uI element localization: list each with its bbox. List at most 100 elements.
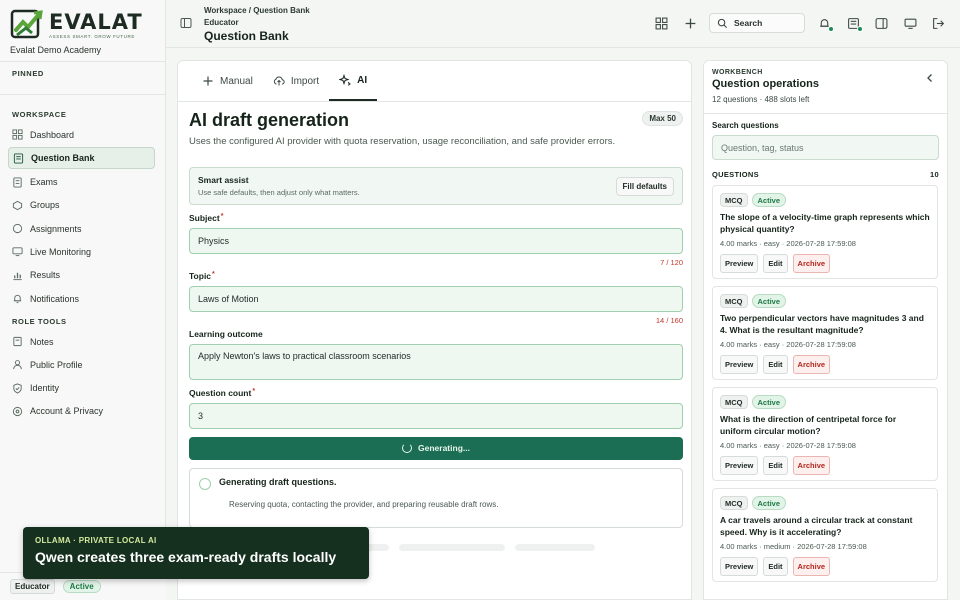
plus-icon — [202, 75, 214, 87]
tab-import[interactable]: Import — [263, 61, 329, 101]
skeleton-bar — [515, 543, 595, 551]
question-meta: 4.00 marks · medium · 2026-07-28 17:59:0… — [720, 542, 867, 551]
question-list: MCQ Active The slope of a velocity-time g… — [712, 185, 938, 589]
shield-icon — [12, 383, 23, 394]
sidebar-item-live-monitoring[interactable]: Live Monitoring — [8, 241, 155, 262]
archive-button[interactable]: Archive — [792, 456, 831, 475]
sidebar-item-account-privacy[interactable]: Account & Privacy — [8, 401, 155, 422]
max-badge: Max 50 — [642, 111, 683, 126]
tab-label: Manual — [220, 75, 253, 87]
status-badge: Active — [751, 395, 787, 409]
type-badge: MCQ — [720, 395, 748, 409]
breadcrumb[interactable]: Workspace / Question Bank — [204, 6, 310, 15]
question-card[interactable]: MCQ Active A car travels around a circula… — [712, 488, 938, 582]
pinned-heading: PINNED — [12, 69, 44, 78]
topic-field[interactable]: Laws of Motion — [189, 285, 683, 312]
workspace-heading: WORKSPACE — [12, 110, 67, 119]
sidebar-item-label: Identity — [30, 383, 60, 394]
inbox-icon[interactable] — [847, 17, 863, 32]
status-badge: Active — [751, 294, 787, 308]
assignments-icon — [12, 223, 23, 234]
generate-button[interactable]: Generating... — [189, 436, 683, 460]
sidebar-item-assignments[interactable]: Assignments — [8, 218, 155, 239]
fill-defaults-button[interactable]: Fill defaults — [615, 176, 674, 196]
status-badge: Active — [751, 496, 787, 510]
sidebar-item-question-bank[interactable]: Question Bank — [8, 147, 155, 170]
question-card[interactable]: MCQ Active Two perpendicular vectors have… — [712, 286, 938, 380]
required-mark: * — [252, 387, 256, 395]
question-count-field[interactable]: 3 — [189, 402, 683, 429]
workbench-kicker: WORKBENCH — [712, 69, 763, 76]
edit-button[interactable]: Edit — [763, 456, 788, 475]
ai-form: AI draft generation Max 50 Uses the conf… — [189, 110, 683, 551]
subject-label-text: Subject — [189, 212, 220, 223]
outcome-label: Learning outcome — [189, 328, 263, 339]
tab-ai[interactable]: AI — [329, 61, 378, 101]
logout-icon[interactable] — [932, 17, 945, 30]
dashboard-icon — [12, 129, 23, 140]
tab-label: AI — [357, 74, 368, 86]
sidebar-item-dashboard[interactable]: Dashboard — [8, 124, 155, 145]
account-icon — [12, 406, 23, 417]
smart-assist-title: Smart assist — [198, 174, 249, 185]
question-text: Two perpendicular vectors have magnitude… — [720, 313, 924, 335]
spinner-icon — [402, 443, 413, 453]
question-text: A car travels around a circular track at… — [720, 515, 913, 537]
preview-button[interactable]: Preview — [720, 557, 759, 576]
generate-button-label: Generating... — [418, 443, 470, 453]
sidebar-item-label: Exams — [30, 177, 58, 188]
logo[interactable]: EVALAT ASSESS SMART. GROW FUTURE — [10, 8, 155, 42]
divider — [0, 94, 165, 95]
sidebar-item-results[interactable]: Results — [8, 265, 155, 286]
questions-count: 10 — [930, 170, 939, 179]
sidebar-item-exams[interactable]: Exams — [8, 172, 155, 193]
upload-cloud-icon — [273, 75, 285, 87]
smart-assist-card: Smart assist Use safe defaults, then adj… — [189, 166, 683, 205]
sidebar-item-public-profile[interactable]: Public Profile — [8, 354, 155, 375]
preview-button[interactable]: Preview — [720, 456, 759, 475]
subject-field[interactable]: Physics — [189, 227, 683, 254]
display-icon[interactable] — [904, 17, 917, 30]
role-tools-heading: ROLE TOOLS — [12, 317, 67, 327]
exams-icon — [12, 177, 23, 188]
edit-button[interactable]: Edit — [763, 254, 788, 273]
question-card[interactable]: MCQ Active The slope of a velocity-time g… — [712, 185, 938, 279]
search-button[interactable]: Search — [709, 13, 805, 33]
generation-status-subtitle: Reserving quota, contacting the provider… — [229, 499, 499, 509]
bell-icon — [12, 293, 23, 304]
edit-button[interactable]: Edit — [763, 355, 788, 374]
workbench-subtitle: 12 questions · 488 slots left — [712, 95, 810, 104]
sidebar-toggle-icon[interactable] — [180, 17, 192, 29]
workbench-panel: WORKBENCH Question operations 12 questio… — [703, 60, 948, 600]
section-description: Uses the configured AI provider with quo… — [189, 136, 616, 147]
sidebar-item-label: Public Profile — [30, 359, 83, 370]
skeleton-bar — [399, 543, 505, 551]
chevron-left-icon[interactable] — [925, 73, 935, 83]
sidebar-item-notifications[interactable]: Notifications — [8, 288, 155, 309]
tab-manual[interactable]: Manual — [192, 61, 263, 101]
learning-outcome-field[interactable]: Apply Newton's laws to practical classro… — [189, 343, 683, 380]
archive-button[interactable]: Archive — [792, 254, 831, 273]
sidebar-item-notes[interactable]: Notes — [8, 331, 155, 352]
sidebar-item-groups[interactable]: Groups — [8, 195, 155, 216]
toast-banner: OLLAMA · PRIVATE LOCAL AI Qwen creates t… — [23, 527, 369, 579]
archive-button[interactable]: Archive — [792, 355, 831, 374]
role-label: Educator — [204, 18, 239, 27]
question-meta: 4.00 marks · easy · 2026-07-28 17:59:08 — [720, 239, 856, 248]
sidebar-item-identity[interactable]: Identity — [8, 378, 155, 399]
sidebar-item-label: Notes — [30, 336, 54, 347]
topic-label-text: Topic — [189, 270, 212, 281]
edit-button[interactable]: Edit — [763, 557, 788, 576]
search-questions-input[interactable] — [712, 135, 939, 160]
panel-toggle-icon[interactable] — [875, 17, 888, 30]
notification-bell-icon[interactable] — [818, 17, 834, 32]
preview-button[interactable]: Preview — [720, 355, 759, 374]
plus-icon[interactable] — [684, 17, 697, 30]
grid-icon[interactable] — [655, 17, 668, 30]
question-meta: 4.00 marks · easy · 2026-07-28 17:59:08 — [720, 441, 856, 450]
preview-button[interactable]: Preview — [720, 254, 759, 273]
brand: EVALAT ASSESS SMART. GROW FUTURE Evalat … — [0, 0, 165, 62]
question-card[interactable]: MCQ Active What is the direction of centr… — [712, 387, 938, 481]
archive-button[interactable]: Archive — [792, 557, 831, 576]
topic-label: Topic* — [189, 271, 683, 281]
